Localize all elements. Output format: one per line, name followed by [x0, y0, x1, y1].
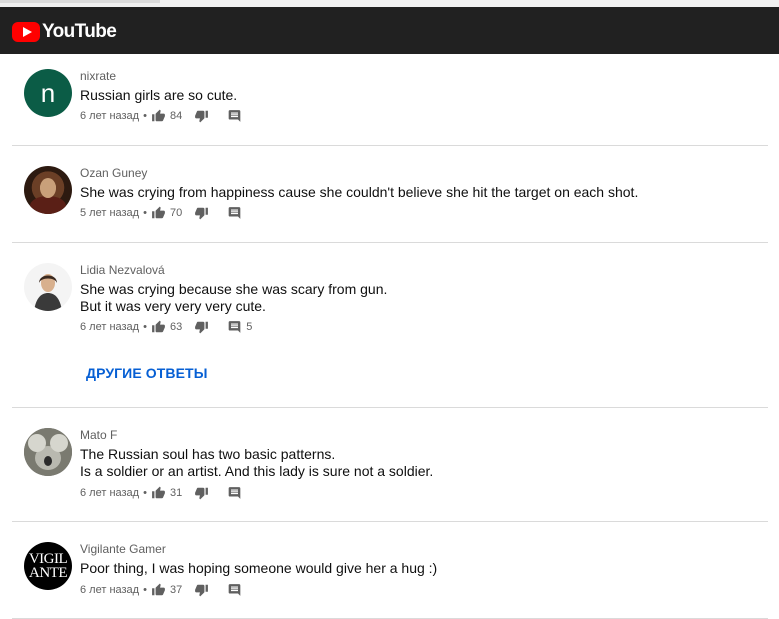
reply-icon[interactable] — [227, 206, 242, 220]
like-count: 84 — [169, 110, 183, 122]
thumbs-down-icon[interactable] — [194, 320, 209, 334]
header-bar: YouTube — [0, 7, 779, 54]
separator-dot: • — [143, 321, 147, 333]
avatar-photo-icon — [30, 178, 66, 214]
comment-text-line-2: Is a soldier or an artist. And this lady… — [80, 463, 434, 479]
like-count: 70 — [169, 207, 183, 219]
comment-time[interactable]: 6 лет назад — [80, 584, 139, 596]
avatar[interactable]: VIGIL ANTE — [24, 542, 72, 590]
avatar-letter: n — [40, 78, 56, 108]
comment-actions: 6 лет назад • 63 5 — [80, 319, 252, 335]
thumbs-down-icon[interactable] — [194, 583, 209, 597]
youtube-logo[interactable]: YouTube — [12, 21, 117, 43]
reply-count: 5 — [246, 321, 253, 333]
comment-time[interactable]: 6 лет назад — [80, 487, 139, 499]
like-count: 37 — [169, 584, 183, 596]
thumbs-up-icon[interactable] — [151, 109, 166, 123]
comment-text: She was crying from happiness cause she … — [80, 184, 639, 200]
reply-icon[interactable] — [227, 320, 242, 334]
browser-tab[interactable] — [0, 0, 160, 3]
separator-dot: • — [143, 584, 147, 596]
divider — [12, 521, 768, 522]
comment-actions: 6 лет назад • 31 — [80, 485, 246, 501]
comment-actions: 6 лет назад • 37 — [80, 582, 246, 598]
thumbs-up-icon[interactable] — [151, 486, 166, 500]
comment-time[interactable]: 5 лет назад — [80, 207, 139, 219]
logo-text: YouTube — [42, 21, 117, 42]
comment-time[interactable]: 6 лет назад — [80, 110, 139, 122]
reply-icon[interactable] — [227, 486, 242, 500]
divider — [12, 145, 768, 146]
like-count: 31 — [169, 487, 183, 499]
comment-author[interactable]: nixrate — [80, 69, 116, 83]
comment-time[interactable]: 6 лет назад — [80, 321, 139, 333]
separator-dot: • — [143, 487, 147, 499]
avatar[interactable]: n — [24, 69, 72, 117]
thumbs-down-icon[interactable] — [194, 486, 209, 500]
avatar-text-line-1: VIGIL — [28, 551, 68, 567]
comment-author[interactable]: Vigilante Gamer — [80, 542, 166, 556]
comment-text-line-1: The Russian soul has two basic patterns. — [80, 446, 336, 462]
browser-top-strip — [0, 0, 779, 7]
divider — [12, 407, 768, 408]
avatar[interactable] — [24, 263, 72, 311]
comment-author[interactable]: Mato F — [80, 428, 117, 442]
comment-actions: 6 лет назад • 84 — [80, 108, 246, 124]
avatar[interactable] — [24, 428, 72, 476]
reply-icon[interactable] — [227, 583, 242, 597]
avatar-text-line-2: ANTE — [29, 565, 68, 581]
thumbs-up-icon[interactable] — [151, 583, 166, 597]
separator-dot: • — [143, 110, 147, 122]
comment-text: Poor thing, I was hoping someone would g… — [80, 560, 438, 576]
reply-icon[interactable] — [227, 109, 242, 123]
comment-text: Russian girls are so cute. — [80, 87, 238, 103]
like-count: 63 — [169, 321, 183, 333]
comment-actions: 5 лет назад • 70 — [80, 205, 246, 221]
avatar[interactable] — [24, 166, 72, 214]
thumbs-up-icon[interactable] — [151, 320, 166, 334]
avatar-photo-icon — [24, 428, 72, 476]
avatar-photo-icon — [34, 274, 62, 311]
thumbs-down-icon[interactable] — [194, 109, 209, 123]
separator-dot: • — [143, 207, 147, 219]
play-logo-icon — [12, 22, 40, 42]
comment-author[interactable]: Ozan Guney — [80, 166, 147, 180]
comment-author[interactable]: Lidia Nezvalová — [80, 263, 165, 277]
thumbs-down-icon[interactable] — [194, 206, 209, 220]
comment-text-line-1: She was crying because she was scary fro… — [80, 281, 388, 297]
divider — [12, 242, 768, 243]
thumbs-up-icon[interactable] — [151, 206, 166, 220]
more-replies-button[interactable]: ДРУГИЕ ОТВЕТЫ — [86, 365, 208, 381]
comment-text-line-2: But it was very very very cute. — [80, 298, 266, 314]
